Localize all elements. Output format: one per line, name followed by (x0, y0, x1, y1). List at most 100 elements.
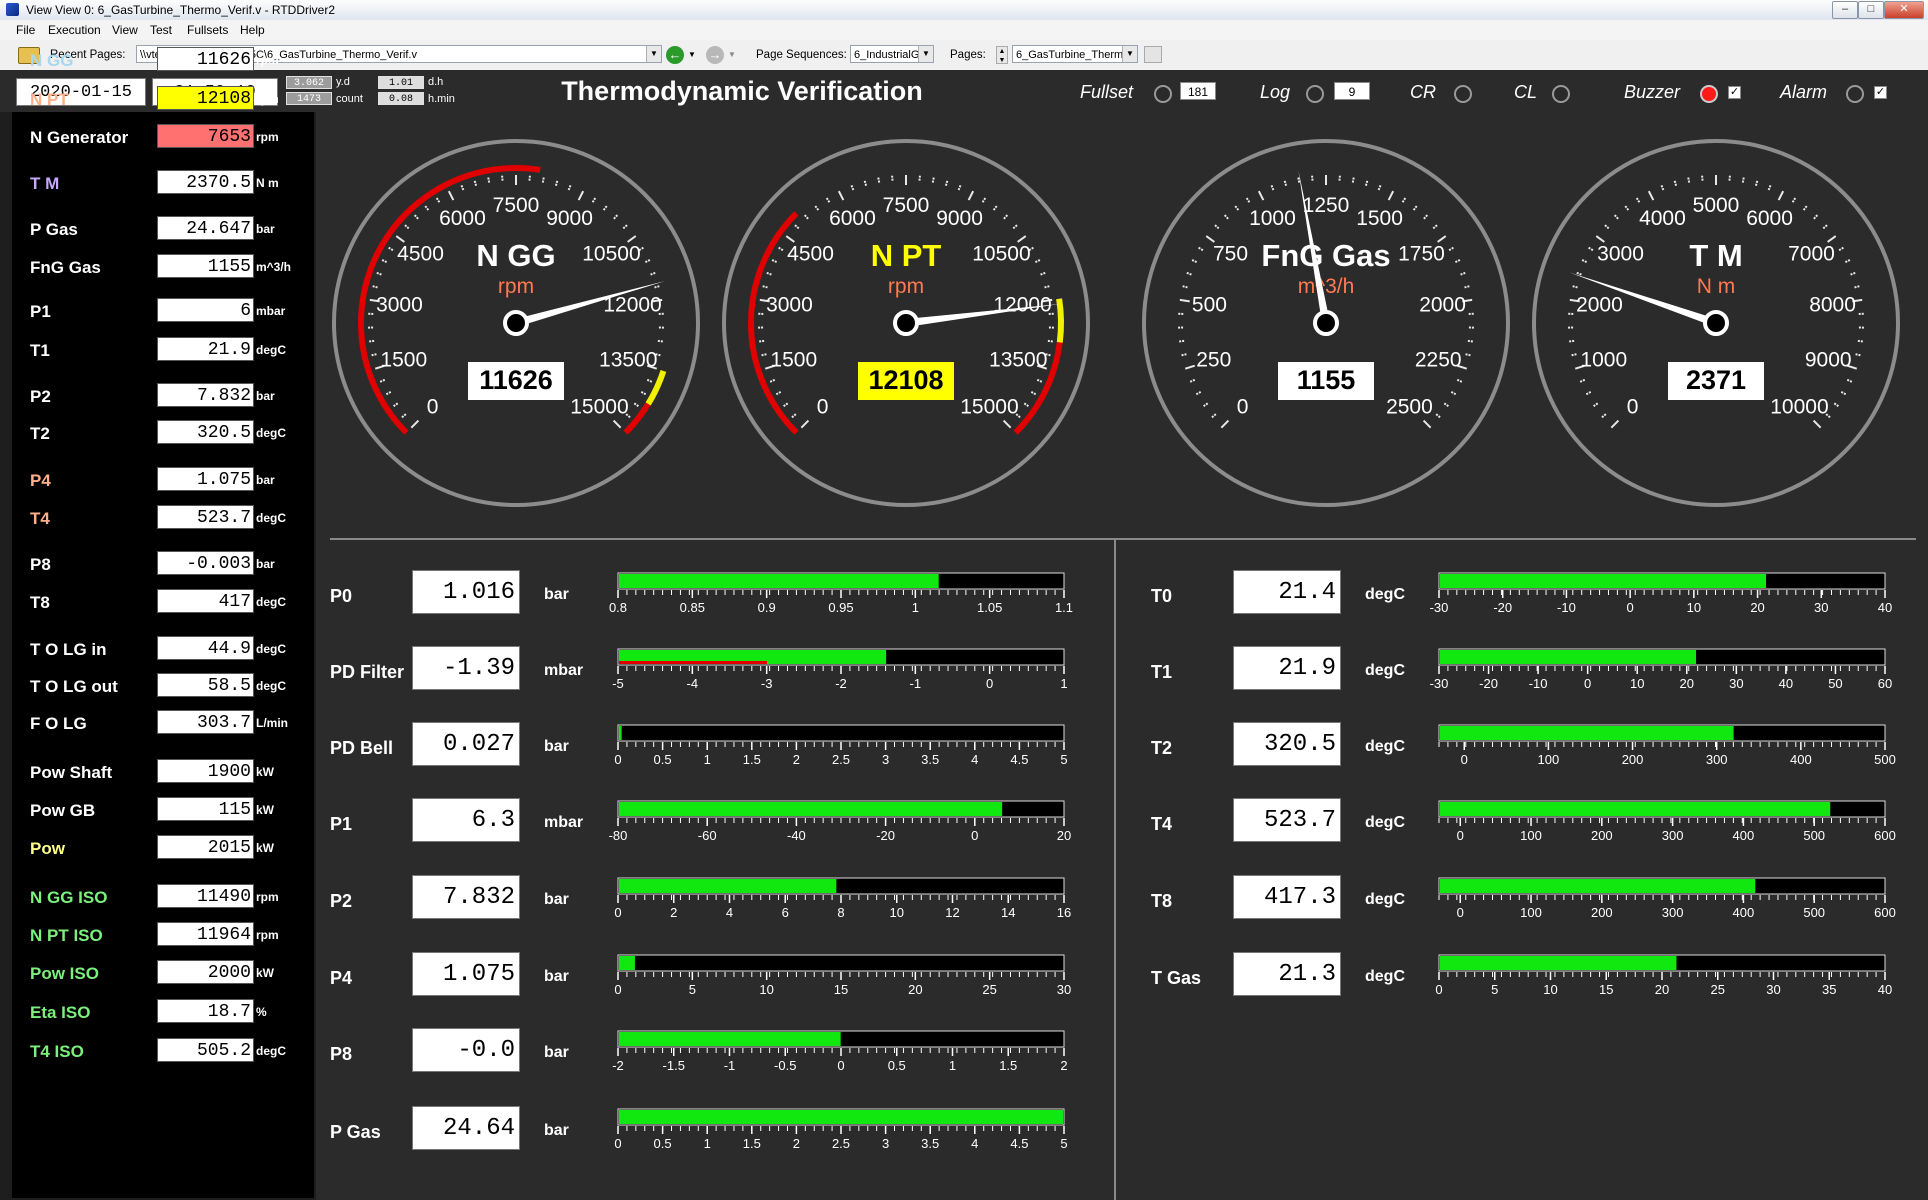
back-dropdown-icon[interactable]: ▼ (688, 50, 696, 59)
bar-row-unit: degC (1365, 738, 1405, 755)
bar-tick-label: 500 (1803, 828, 1825, 843)
minimize-button[interactable]: – (1832, 1, 1858, 19)
bar-tick-label: 2 (670, 905, 677, 920)
cr-indicator[interactable] (1454, 85, 1472, 103)
bar-tick-label: 0.9 (758, 600, 776, 615)
bar-tick-label: 400 (1733, 905, 1755, 920)
bar-row: T4 523.7 degC 0 100 200 300 400 500 600 (1151, 798, 1899, 854)
hmin-label: h.min (428, 93, 455, 105)
bar-fill (1440, 726, 1734, 740)
gauge-tick-label: 7500 (493, 194, 540, 217)
left-row: T O LG out 58.5 degC (12, 673, 314, 699)
alarm-checkbox[interactable]: ✓ (1874, 86, 1887, 99)
bar-tick-label: -20 (1493, 600, 1512, 615)
left-row-unit: degC (256, 679, 286, 693)
page-list-icon[interactable] (1144, 46, 1162, 63)
bar-tick-label: 5 (1491, 982, 1498, 997)
bar-tick-label: 60 (1878, 676, 1892, 691)
pages-combo[interactable]: 6_GasTurbine_Therm ▼ (1012, 45, 1138, 63)
pages-spinner[interactable]: ▲ ▼ (996, 46, 1008, 64)
bar-gauge: -30 -20 -10 0 10 20 30 40 (1430, 572, 1892, 615)
bar-tick-label: 30 (1814, 600, 1828, 615)
bar-tick-label: 30 (1766, 982, 1780, 997)
bar-tick-label: 40 (1779, 676, 1793, 691)
left-row-name: Pow (30, 839, 65, 858)
log-indicator[interactable] (1306, 85, 1324, 103)
bar-row-value: 1.075 (412, 952, 520, 996)
left-row-unit: degC (256, 343, 286, 357)
left-row: T8 417 degC (12, 589, 314, 615)
bar-fill (1440, 574, 1767, 588)
bar-tick-label: 0 (986, 676, 993, 691)
bar-row-name: P Gas (330, 1122, 381, 1142)
bar-tick-label: 15 (1599, 982, 1613, 997)
bar-row: P1 6.3 mbar -80 -60 -40 -20 0 20 (330, 798, 1078, 854)
bar-tick-label: -5 (612, 676, 624, 691)
bar-row-unit: degC (1365, 891, 1405, 908)
bar-tick-label: 20 (1750, 600, 1764, 615)
bar-tick-label: 200 (1591, 828, 1613, 843)
log-count: 9 (1334, 82, 1370, 100)
bar-tick-label: 0 (1457, 828, 1464, 843)
back-arrow-icon[interactable]: ← (666, 46, 684, 64)
menu-view[interactable]: View (112, 23, 138, 37)
left-row-unit: degC (256, 642, 286, 656)
gauge-unit: N m (1697, 275, 1736, 298)
bar-tick-label: 20 (908, 982, 922, 997)
gauge-tick-label: 7000 (1788, 243, 1835, 266)
bar-tick-label: -60 (698, 828, 717, 843)
bar-row-name: T8 (1151, 891, 1173, 911)
left-row: T O LG in 44.9 degC (12, 636, 314, 662)
close-button[interactable]: ✕ (1884, 1, 1924, 19)
chevron-down-icon[interactable]: ▼ (918, 46, 933, 62)
left-row-unit: degC (256, 595, 286, 609)
left-row-unit: kW (256, 966, 274, 980)
log-label: Log (1260, 82, 1291, 102)
bar-tick-label: -20 (876, 828, 895, 843)
maximize-button[interactable]: □ (1858, 1, 1884, 19)
forward-dropdown-icon[interactable]: ▼ (728, 50, 736, 59)
bar-tick-label: 200 (1591, 905, 1613, 920)
bar-tick-label: 1.5 (743, 752, 761, 767)
bar-row-unit: degC (1365, 662, 1405, 679)
bar-tick-label: 100 (1520, 905, 1542, 920)
left-row-value: 505.2 (157, 1038, 254, 1062)
menu-file[interactable]: File (16, 23, 35, 37)
bar-tick-label: 0 (1435, 982, 1442, 997)
forward-arrow-icon[interactable]: → (706, 46, 724, 64)
menu-help[interactable]: Help (240, 23, 265, 37)
left-row: T M 2370.5 N m (12, 170, 314, 196)
left-row-value: 44.9 (157, 636, 254, 660)
bar-tick-label: 2.5 (832, 752, 850, 767)
fullset-indicator[interactable] (1154, 85, 1172, 103)
page-sequences-combo[interactable]: 6_IndustrialG ▼ (850, 45, 934, 63)
chevron-down-icon[interactable]: ▼ (646, 46, 661, 62)
left-row-unit: mbar (256, 304, 286, 318)
bar-gauge: 0 5 10 15 20 25 30 (614, 954, 1071, 997)
bar-tick-label: 0 (971, 828, 978, 843)
bar-fill (1440, 650, 1697, 664)
bar-tick-label: 4.5 (1010, 752, 1028, 767)
bar-tick-label: 30 (1729, 676, 1743, 691)
menu-execution[interactable]: Execution (48, 23, 101, 37)
bar-tick-label: -1.5 (663, 1058, 685, 1073)
left-row-value: 417 (157, 589, 254, 613)
alarm-indicator[interactable] (1846, 85, 1864, 103)
menu-fullsets[interactable]: Fullsets (187, 23, 228, 37)
chevron-down-icon[interactable]: ▼ (1122, 46, 1137, 62)
cl-indicator[interactable] (1552, 85, 1570, 103)
bar-tick-label: 40 (1878, 982, 1892, 997)
bar-tick-label: -80 (609, 828, 628, 843)
buzzer-indicator[interactable] (1700, 85, 1718, 103)
gauge-tick-label: 250 (1196, 348, 1231, 371)
bar-row-unit: degC (1365, 586, 1405, 603)
menu-test[interactable]: Test (150, 23, 172, 37)
buzzer-checkbox[interactable]: ✓ (1728, 86, 1741, 99)
bar-gauge: 0 0.5 1 1.5 2 2.5 3 3.5 4 4.5 5 (614, 1108, 1068, 1151)
bar-tick-label: 0.5 (654, 1136, 672, 1151)
gauge-hub (1313, 310, 1339, 336)
bar-row: P Gas 24.64 bar 0 0.5 1 1.5 2 2.5 3 3.5 4 4.5 5 (330, 1106, 1078, 1162)
left-row-unit: degC (256, 426, 286, 440)
gauge-tick-label: 1750 (1398, 243, 1445, 266)
left-row-value: 11490 (157, 884, 254, 908)
